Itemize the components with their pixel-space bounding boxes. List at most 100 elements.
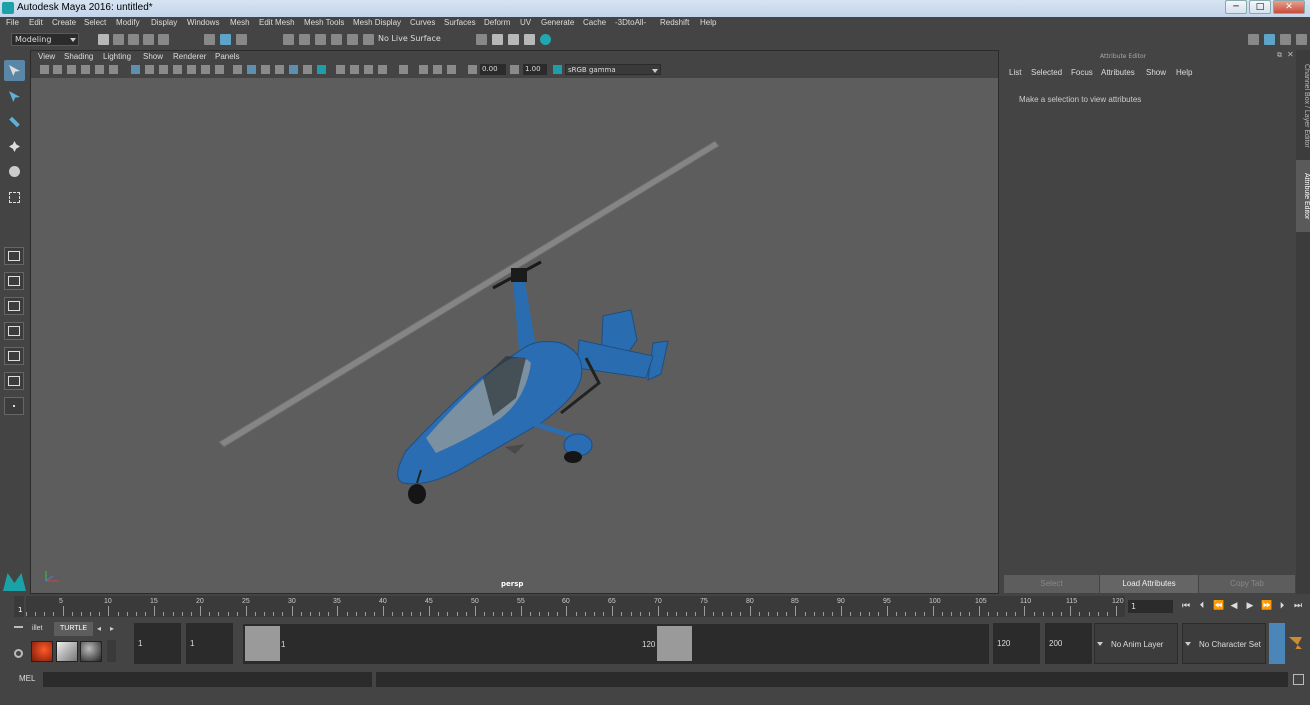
shelf-settings-icon[interactable]: [14, 649, 23, 658]
current-frame-field[interactable]: 1: [1128, 600, 1173, 613]
backface-culling-icon[interactable]: [447, 65, 456, 74]
turtle-material-icon[interactable]: [80, 641, 102, 662]
menu-create[interactable]: Create: [52, 18, 76, 27]
vp-menu-shading[interactable]: Shading: [64, 52, 93, 61]
isolate-select-icon[interactable]: [399, 65, 408, 74]
menu-set-dropdown[interactable]: Modeling: [11, 33, 79, 46]
depth-of-field-icon[interactable]: [364, 65, 373, 74]
menu-windows[interactable]: Windows: [187, 18, 219, 27]
command-input[interactable]: [43, 672, 372, 687]
gate-mask-icon[interactable]: [173, 65, 182, 74]
menu-cache[interactable]: Cache: [583, 18, 606, 27]
play-forwards-icon[interactable]: ▶: [1245, 602, 1255, 611]
attr-menu-help[interactable]: Help: [1176, 68, 1192, 77]
live-surface-icon[interactable]: [363, 34, 374, 45]
multisample-aa-icon[interactable]: [350, 65, 359, 74]
snap-grid-icon[interactable]: [283, 34, 294, 45]
menu-display[interactable]: Display: [151, 18, 177, 27]
smooth-shade-icon[interactable]: [247, 65, 256, 74]
menu-deform[interactable]: Deform: [484, 18, 510, 27]
select-tool-icon[interactable]: [4, 60, 25, 81]
snap-plane-icon[interactable]: [331, 34, 342, 45]
hypershade-layout-icon[interactable]: [4, 372, 24, 390]
menu-mesh-tools[interactable]: Mesh Tools: [304, 18, 344, 27]
ipr-render-icon[interactable]: [492, 34, 503, 45]
menu-uv[interactable]: UV: [520, 18, 531, 27]
menu-redshift[interactable]: Redshift: [660, 18, 689, 27]
range-slider-track[interactable]: [243, 624, 989, 664]
vp-menu-renderer[interactable]: Renderer: [173, 52, 206, 61]
screen-space-ao-icon[interactable]: [317, 65, 326, 74]
auto-keyframe-icon[interactable]: [1269, 623, 1285, 664]
xray-joints-icon[interactable]: [419, 65, 428, 74]
anim-layer-dropdown[interactable]: No Anim Layer: [1094, 623, 1178, 664]
xray-icon[interactable]: [378, 65, 387, 74]
camera-icon[interactable]: [40, 65, 49, 74]
render-settings-icon[interactable]: [508, 34, 519, 45]
step-forward-frame-icon[interactable]: ⏵: [1277, 602, 1287, 611]
menu-help[interactable]: Help: [700, 18, 716, 27]
menu-file[interactable]: File: [6, 18, 19, 27]
attribute-editor-toggle-icon[interactable]: [1264, 34, 1275, 45]
xray-active-components-icon[interactable]: [433, 65, 442, 74]
turtle-surface-icon[interactable]: [56, 641, 78, 662]
render-current-icon[interactable]: [476, 34, 487, 45]
hypershade-icon[interactable]: [524, 34, 535, 45]
shelf-scroll-right-icon[interactable]: ▸: [110, 624, 114, 633]
menu-surfaces[interactable]: Surfaces: [444, 18, 476, 27]
move-tool-icon[interactable]: [4, 136, 25, 157]
select-component-icon[interactable]: [236, 34, 247, 45]
shelf-scrollbar[interactable]: [107, 640, 116, 662]
minimize-button[interactable]: ─: [1225, 0, 1247, 14]
camera-attributes-icon[interactable]: [53, 65, 62, 74]
safe-action-icon[interactable]: [201, 65, 210, 74]
menu-3dtoall[interactable]: -3DtoAll-: [615, 18, 646, 27]
step-back-key-icon[interactable]: ⏪: [1213, 602, 1224, 611]
scale-tool-icon[interactable]: [4, 187, 25, 208]
safe-title-icon[interactable]: [215, 65, 224, 74]
play-backwards-icon[interactable]: ◀: [1229, 602, 1239, 611]
select-hierarchy-icon[interactable]: [204, 34, 215, 45]
redshift-render-icon[interactable]: [540, 34, 551, 45]
playback-start-field[interactable]: 1: [186, 623, 233, 664]
wireframe-icon[interactable]: [233, 65, 242, 74]
color-space-dropdown[interactable]: sRGB gamma: [565, 64, 661, 75]
gamma-field[interactable]: 1.00: [523, 64, 547, 75]
film-gate-icon[interactable]: [145, 65, 154, 74]
field-chart-icon[interactable]: [187, 65, 196, 74]
close-panel-icon[interactable]: ✕: [1287, 50, 1294, 59]
two-d-pan-zoom-icon[interactable]: [95, 65, 104, 74]
attr-menu-focus[interactable]: Focus: [1071, 68, 1093, 77]
animation-end-field[interactable]: 200: [1045, 623, 1092, 664]
snap-point-icon[interactable]: [315, 34, 326, 45]
menu-modify[interactable]: Modify: [116, 18, 140, 27]
vp-menu-view[interactable]: View: [38, 52, 55, 61]
copy-tab-button[interactable]: Copy Tab: [1199, 575, 1295, 593]
step-back-frame-icon[interactable]: ⏴: [1197, 602, 1207, 611]
paint-select-tool-icon[interactable]: [4, 111, 25, 132]
grease-pencil-icon[interactable]: [109, 65, 118, 74]
menu-select[interactable]: Select: [84, 18, 106, 27]
image-plane-icon[interactable]: [81, 65, 90, 74]
attr-menu-selected[interactable]: Selected: [1031, 68, 1062, 77]
use-all-lights-icon[interactable]: [289, 65, 298, 74]
single-perspective-layout-icon[interactable]: [4, 247, 24, 265]
tool-settings-icon[interactable]: [1280, 34, 1291, 45]
range-end-handle[interactable]: [657, 626, 692, 661]
snap-surface-icon[interactable]: [347, 34, 358, 45]
custom-layout-icon[interactable]: [4, 397, 24, 415]
channel-box-toggle-icon[interactable]: [1296, 34, 1307, 45]
animation-start-field[interactable]: 1: [134, 623, 181, 664]
gamma-icon[interactable]: [510, 65, 519, 74]
shelf-scroll-left-icon[interactable]: ◂: [97, 624, 101, 633]
grid-icon[interactable]: [131, 65, 140, 74]
select-button[interactable]: Select: [1004, 575, 1099, 593]
step-forward-key-icon[interactable]: ⏩: [1261, 602, 1272, 611]
select-object-icon[interactable]: [220, 34, 231, 45]
shadows-icon[interactable]: [303, 65, 312, 74]
snap-curve-icon[interactable]: [299, 34, 310, 45]
bookmark-icon[interactable]: [67, 65, 76, 74]
turtle-bake-icon[interactable]: [31, 641, 53, 662]
lasso-tool-icon[interactable]: [4, 86, 25, 107]
shelf-menu-icon[interactable]: [14, 626, 23, 628]
